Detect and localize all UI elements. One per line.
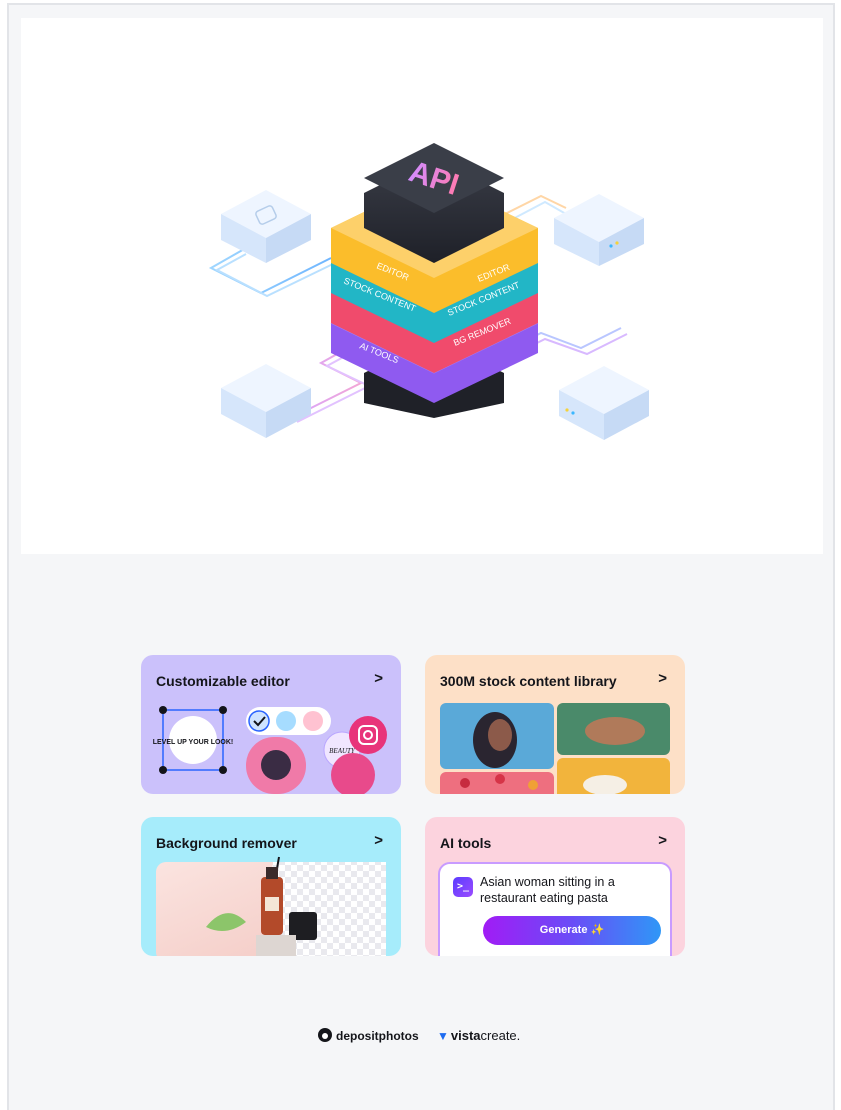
- terminal-icon: >_: [453, 877, 473, 897]
- card-background-remover[interactable]: Background remover >: [141, 817, 401, 956]
- device-box-bottom-left: [221, 364, 311, 438]
- ai-prompt-text[interactable]: Asian woman sitting in a restaurant eati…: [480, 874, 670, 906]
- page-frame: API EDITOR EDITOR STOCK CONTENT STOCK CO…: [7, 3, 835, 1110]
- card-title: AI tools: [440, 835, 492, 851]
- device-box-bottom-right: [559, 366, 649, 440]
- card-stock-library[interactable]: 300M stock content library >: [425, 655, 685, 794]
- ai-prompt-panel: >_ Asian woman sitting in a restaurant e…: [438, 862, 672, 956]
- depositphotos-mark-icon: [318, 1028, 332, 1042]
- device-box-top-left: [221, 190, 311, 263]
- bg-remover-preview: [156, 856, 386, 956]
- editor-preview-illustration: LEVEL UP YOUR LOOK! BEAUTY: [153, 706, 387, 794]
- card-customizable-editor[interactable]: Customizable editor > LEVEL UP YOUR LOOK…: [141, 655, 401, 794]
- stock-photo-grid: [440, 703, 670, 794]
- generate-button[interactable]: Generate ✨: [483, 916, 661, 945]
- vistacreate-mark-icon: ▼: [437, 1029, 449, 1043]
- api-stack-illustration: API EDITOR EDITOR STOCK CONTENT STOCK CO…: [208, 143, 649, 440]
- api-stack: API EDITOR EDITOR STOCK CONTENT STOCK CO…: [330, 143, 539, 418]
- sticker-text: LEVEL UP YOUR LOOK!: [153, 739, 234, 746]
- depositphotos-wordmark: depositphotos: [336, 1029, 419, 1043]
- vistacreate-logo[interactable]: ▼ vistacreate.: [437, 1028, 520, 1043]
- device-box-top-right: [554, 194, 644, 266]
- hero-illustration: API EDITOR EDITOR STOCK CONTENT STOCK CO…: [21, 18, 823, 554]
- vistacreate-wordmark-bold: vista: [450, 1028, 481, 1043]
- card-ai-tools[interactable]: AI tools > >_ Asian woman sitting in a r…: [425, 817, 685, 956]
- chevron-right-icon: >: [658, 832, 667, 849]
- vistacreate-wordmark-rest: create.: [480, 1028, 521, 1043]
- depositphotos-logo[interactable]: depositphotos: [318, 1028, 419, 1043]
- partner-logos: depositphotos ▼ vistacreate.: [0, 1027, 841, 1047]
